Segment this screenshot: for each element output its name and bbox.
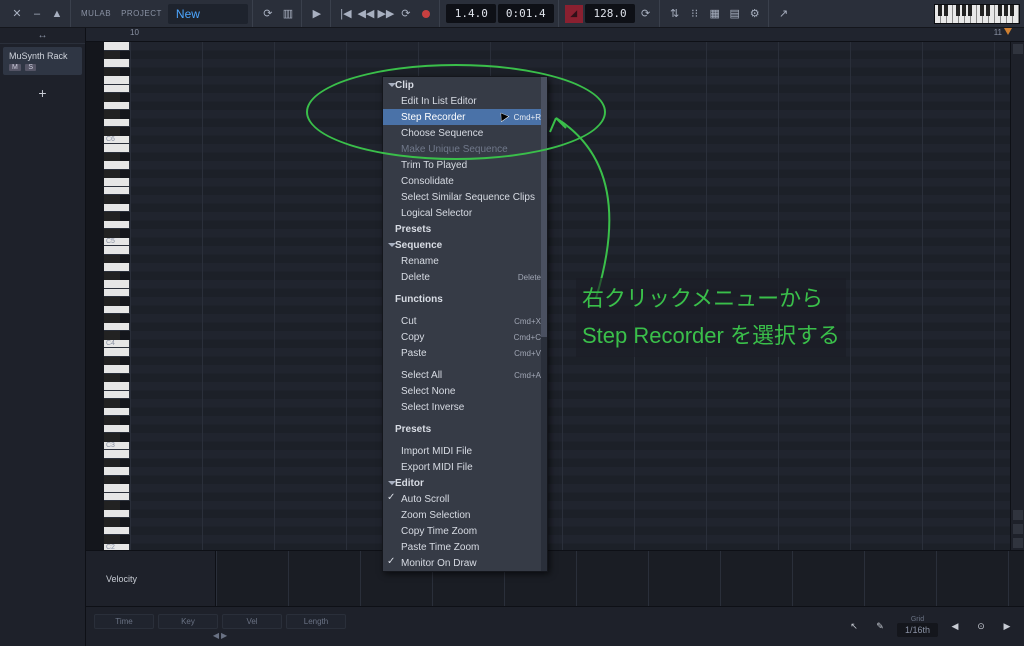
- record-icon: [422, 10, 430, 18]
- cm-select-none[interactable]: Select None: [383, 383, 547, 399]
- cm-select-all[interactable]: Select AllCmd+A: [383, 367, 547, 383]
- grid-caption: Grid: [897, 616, 938, 623]
- position-time-display[interactable]: 0:01.4: [498, 4, 554, 23]
- cm-export-midi[interactable]: Export MIDI File: [383, 459, 547, 475]
- velocity-lane: Velocity: [86, 550, 1024, 606]
- param-vel[interactable]: Vel: [222, 614, 282, 629]
- cm-select-inverse[interactable]: Select Inverse: [383, 399, 547, 415]
- minimize-button[interactable]: –: [28, 5, 46, 23]
- velocity-label: Velocity: [86, 551, 216, 606]
- cm-paste[interactable]: PasteCmd+V: [383, 345, 547, 361]
- settings-a-icon[interactable]: ⇅: [666, 5, 684, 23]
- play-button[interactable]: ▶: [308, 5, 326, 23]
- cm-zoom-selection[interactable]: Zoom Selection: [383, 507, 547, 523]
- scroll-left-icon[interactable]: ◀: [213, 631, 219, 640]
- tempo-sync-icon[interactable]: ⟳: [637, 5, 655, 23]
- scroll-end-cap: [1010, 42, 1024, 550]
- cm-section-presets-2[interactable]: Presets: [383, 421, 547, 437]
- zoom-out-h-icon[interactable]: ◀: [946, 618, 964, 636]
- cm-delete-shortcut: Delete: [518, 273, 541, 282]
- param-key[interactable]: Key: [158, 614, 218, 629]
- rewind-button[interactable]: ◀◀: [357, 5, 375, 23]
- cm-rename[interactable]: Rename: [383, 253, 547, 269]
- editor-footer: Time Key Vel Length ◀▶ ↖ ✎ Grid 1/16th ◀…: [86, 606, 1024, 646]
- solo-tag[interactable]: S: [25, 64, 36, 71]
- scroll-right-icon[interactable]: ▶: [221, 631, 227, 640]
- zoom-out-button[interactable]: [1013, 538, 1023, 548]
- cm-consolidate[interactable]: Consolidate: [383, 173, 547, 189]
- cm-section-clip[interactable]: Clip: [383, 77, 547, 93]
- position-bar-display[interactable]: 1.4.0: [446, 4, 496, 23]
- chevron-up-icon[interactable]: ▲: [48, 5, 66, 23]
- ruler-tick: 10: [130, 28, 139, 37]
- list-view-icon[interactable]: ▤: [726, 5, 744, 23]
- track-panel-header: ↔: [0, 28, 85, 44]
- pencil-tool-icon[interactable]: ✎: [871, 618, 889, 636]
- top-toolbar: ✕ – ▲ MULAB PROJECT New ⟳ ▥ ▶ |◀ ◀◀ ▶▶ ⟳…: [0, 0, 1024, 28]
- go-to-start-button[interactable]: |◀: [337, 5, 355, 23]
- cm-trim-to-played[interactable]: Trim To Played: [383, 157, 547, 173]
- velocity-grid[interactable]: [216, 551, 1024, 606]
- scroll-up-button[interactable]: [1013, 44, 1023, 54]
- param-length[interactable]: Length: [286, 614, 346, 629]
- cm-paste-time-zoom[interactable]: Paste Time Zoom: [383, 539, 547, 555]
- cm-step-recorder[interactable]: Step Recorder Cmd+R: [383, 109, 547, 125]
- sync-icon[interactable]: ⟳: [259, 5, 277, 23]
- mixer-icon[interactable]: ⁝⁝: [686, 5, 704, 23]
- tempo-display[interactable]: 128.0: [585, 4, 635, 23]
- piano-roll-editor: 10 11 C6C5C4C3C2 Velocity T: [86, 28, 1024, 646]
- track-panel: ↔ MuSynth Rack M S +: [0, 28, 86, 646]
- zoom-fit-icon[interactable]: ⊙: [972, 618, 990, 636]
- cm-import-midi[interactable]: Import MIDI File: [383, 443, 547, 459]
- forward-button[interactable]: ▶▶: [377, 5, 395, 23]
- track-item[interactable]: MuSynth Rack M S: [3, 47, 82, 75]
- pointer-tool-icon[interactable]: ↖: [845, 618, 863, 636]
- ruler-tick: 11: [994, 28, 1002, 37]
- cm-copy[interactable]: CopyCmd+C: [383, 329, 547, 345]
- cm-copy-time-zoom[interactable]: Copy Time Zoom: [383, 523, 547, 539]
- cm-choose-sequence[interactable]: Choose Sequence: [383, 125, 547, 141]
- note-grid[interactable]: [130, 42, 1010, 550]
- mute-tag[interactable]: M: [9, 64, 21, 71]
- add-track-button[interactable]: +: [3, 81, 82, 105]
- loop-button[interactable]: ⟳: [397, 5, 415, 23]
- cm-cut[interactable]: CutCmd+X: [383, 313, 547, 329]
- gear-icon[interactable]: ⚙: [746, 5, 764, 23]
- mini-keyboard[interactable]: [934, 4, 1020, 24]
- project-name-field[interactable]: New: [168, 4, 248, 24]
- grid-view-icon[interactable]: ▦: [706, 5, 724, 23]
- cm-make-unique[interactable]: Make Unique Sequence: [383, 141, 547, 157]
- scroll-down-button[interactable]: [1013, 510, 1023, 520]
- cm-monitor-on-draw[interactable]: Monitor On Draw: [383, 555, 547, 571]
- end-marker-icon[interactable]: [1004, 28, 1012, 35]
- cm-step-recorder-shortcut: Cmd+R: [514, 113, 541, 122]
- cm-select-similar[interactable]: Select Similar Sequence Clips: [383, 189, 547, 205]
- context-menu: Clip Edit In List Editor Step Recorder C…: [382, 76, 548, 572]
- metronome-icon[interactable]: ◢: [565, 5, 583, 23]
- zoom-in-button[interactable]: [1013, 524, 1023, 534]
- close-button[interactable]: ✕: [8, 5, 26, 23]
- app-label: MULAB: [77, 9, 115, 18]
- param-time[interactable]: Time: [94, 614, 154, 629]
- track-name: MuSynth Rack: [9, 51, 76, 61]
- cm-scrollbar[interactable]: [541, 77, 547, 571]
- timeline-ruler[interactable]: 10 11: [86, 28, 1024, 42]
- project-label: PROJECT: [117, 9, 166, 18]
- cm-section-sequence[interactable]: Sequence: [383, 237, 547, 253]
- piano-keyboard[interactable]: C6C5C4C3C2: [86, 42, 130, 550]
- arrow-right-icon[interactable]: ↗: [775, 5, 793, 23]
- cm-section-presets-1[interactable]: Presets: [383, 221, 547, 237]
- panel-toggle-icon[interactable]: ▥: [279, 5, 297, 23]
- zoom-in-h-icon[interactable]: ▶: [998, 618, 1016, 636]
- cm-delete[interactable]: Delete Delete: [383, 269, 547, 285]
- cm-edit-in-list[interactable]: Edit In List Editor: [383, 93, 547, 109]
- cm-section-editor[interactable]: Editor: [383, 475, 547, 491]
- cm-logical-selector[interactable]: Logical Selector: [383, 205, 547, 221]
- cm-section-functions[interactable]: Functions: [383, 291, 547, 307]
- record-button[interactable]: [417, 5, 435, 23]
- grid-value[interactable]: 1/16th: [897, 623, 938, 637]
- cm-auto-scroll[interactable]: Auto Scroll: [383, 491, 547, 507]
